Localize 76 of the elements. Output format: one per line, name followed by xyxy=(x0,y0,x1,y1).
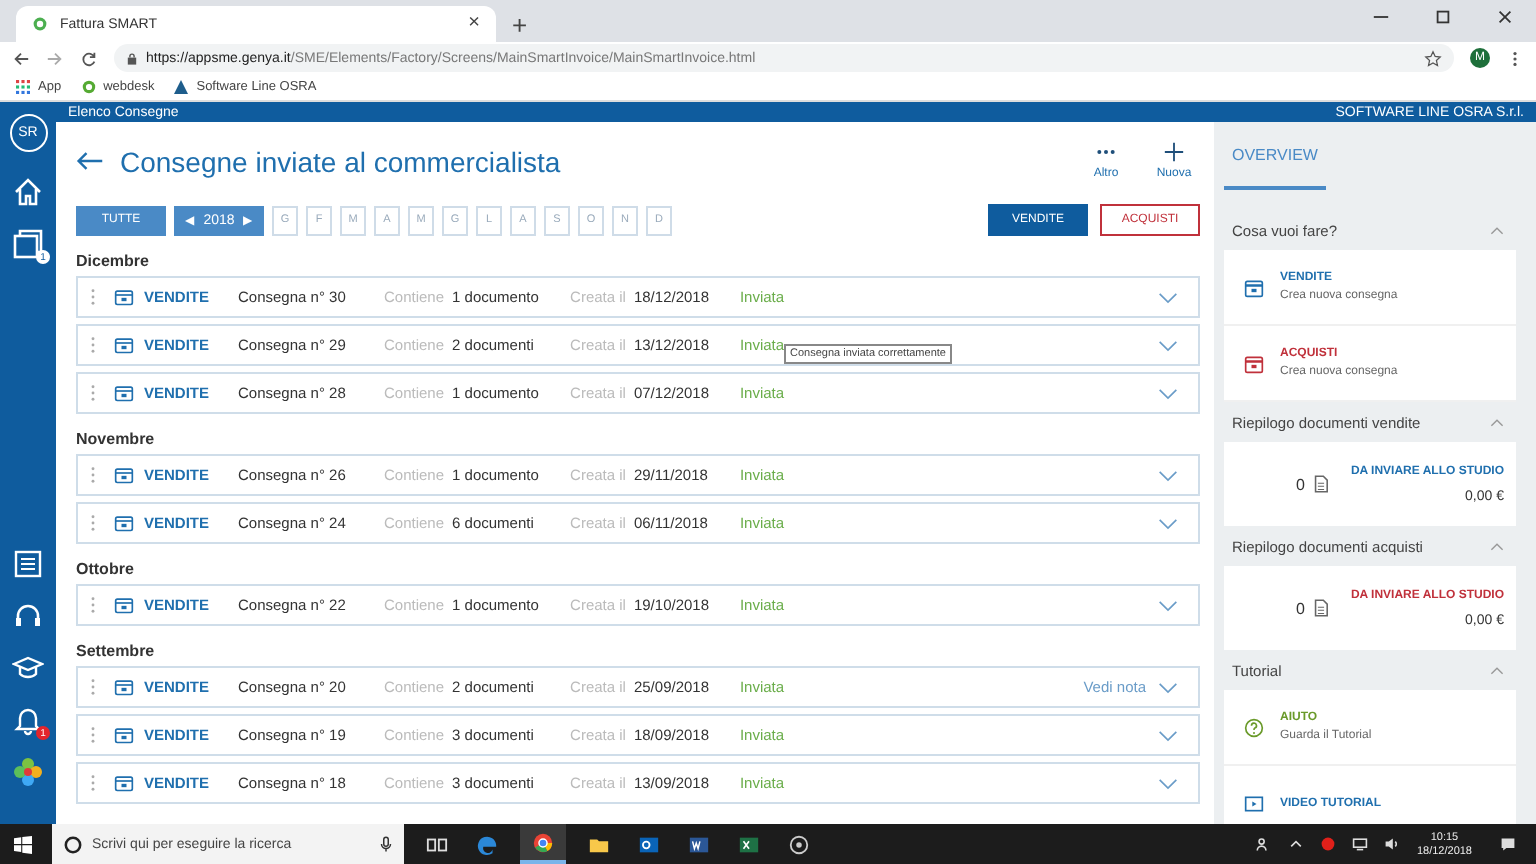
chevron-down-icon[interactable] xyxy=(1158,387,1178,399)
graduation-cap-icon[interactable] xyxy=(12,652,44,684)
outlook-icon[interactable] xyxy=(638,833,660,855)
circle-icon xyxy=(64,835,82,853)
drag-handle-icon[interactable] xyxy=(90,514,96,532)
chevron-down-icon[interactable] xyxy=(1158,681,1178,693)
headset-icon[interactable] xyxy=(12,600,44,632)
task-view-icon[interactable] xyxy=(426,833,448,855)
calendar-icon xyxy=(114,384,134,402)
calendar-icon xyxy=(114,774,134,792)
drag-handle-icon[interactable] xyxy=(90,774,96,792)
home-icon[interactable] xyxy=(12,176,44,208)
drag-handle-icon[interactable] xyxy=(90,678,96,696)
document-icon xyxy=(1314,474,1329,494)
page-title: Consegne inviate al commercialista xyxy=(120,145,561,177)
overview-tab[interactable]: OVERVIEW xyxy=(1224,122,1326,190)
edge-icon[interactable] xyxy=(476,833,498,855)
apps-grid-icon xyxy=(16,80,30,94)
chevron-down-icon[interactable] xyxy=(1158,469,1178,481)
video-icon xyxy=(1244,793,1264,813)
calendar-icon xyxy=(114,288,134,306)
people-icon[interactable] xyxy=(1256,836,1273,852)
document-icon xyxy=(1314,598,1329,618)
month-heading: Settembre xyxy=(76,640,157,664)
back-arrow-icon[interactable] xyxy=(76,150,104,172)
calendar-icon xyxy=(114,466,134,484)
drag-handle-icon[interactable] xyxy=(90,726,96,744)
chevron-down-icon[interactable] xyxy=(1158,729,1178,741)
chevron-down-icon[interactable] xyxy=(1158,517,1178,529)
speaker-icon[interactable] xyxy=(1384,836,1401,852)
calendar-icon xyxy=(1244,353,1264,373)
bell-icon[interactable] xyxy=(12,704,44,736)
help-icon xyxy=(1244,717,1264,737)
calendar-icon xyxy=(114,596,134,614)
flower-logo-icon[interactable] xyxy=(12,756,44,788)
drag-handle-icon[interactable] xyxy=(90,336,96,354)
close-icon[interactable] xyxy=(1496,7,1514,25)
document-count: 0 xyxy=(1296,475,1305,493)
word-icon[interactable] xyxy=(688,833,710,855)
back-icon[interactable] xyxy=(12,49,30,67)
windows-start-icon[interactable] xyxy=(14,835,32,853)
caret-up-icon[interactable] xyxy=(1288,836,1305,852)
chevron-down-icon[interactable] xyxy=(1158,291,1178,303)
lock-icon xyxy=(126,51,138,65)
calendar-icon xyxy=(114,678,134,696)
document-count: 0 xyxy=(1296,599,1305,617)
calendar-icon xyxy=(114,726,134,744)
month-heading: Ottobre xyxy=(76,558,136,582)
calendar-icon xyxy=(114,336,134,354)
drag-handle-icon[interactable] xyxy=(90,288,96,306)
chevron-down-icon[interactable] xyxy=(1158,339,1178,351)
drag-handle-icon[interactable] xyxy=(90,384,96,402)
month-heading: Dicembre xyxy=(76,250,151,274)
plus-icon xyxy=(1162,142,1186,162)
drag-handle-icon[interactable] xyxy=(90,596,96,614)
star-icon[interactable] xyxy=(1424,49,1442,67)
drag-handle-icon[interactable] xyxy=(90,466,96,484)
windows-icon[interactable] xyxy=(12,228,44,260)
notification-center-icon[interactable] xyxy=(1500,836,1516,852)
excel-icon[interactable] xyxy=(738,833,760,855)
calendar-icon xyxy=(114,514,134,532)
chevron-down-icon[interactable] xyxy=(1158,599,1178,611)
month-heading: Novembre xyxy=(76,428,157,452)
reload-icon[interactable] xyxy=(80,49,98,67)
maximize-icon[interactable] xyxy=(1434,7,1452,25)
calendar-icon xyxy=(1244,277,1264,297)
microphone-icon[interactable] xyxy=(380,836,392,852)
close-tab-button[interactable]: × xyxy=(468,14,480,34)
new-tab-button[interactable]: + xyxy=(512,12,528,38)
network-icon[interactable] xyxy=(1352,836,1369,852)
chevron-down-icon[interactable] xyxy=(1158,777,1178,789)
globe-icon xyxy=(81,80,96,94)
list-icon[interactable] xyxy=(12,548,44,580)
chrome-icon[interactable] xyxy=(532,831,554,853)
triangle-logo-icon xyxy=(174,80,189,94)
globe-icon xyxy=(32,16,48,32)
